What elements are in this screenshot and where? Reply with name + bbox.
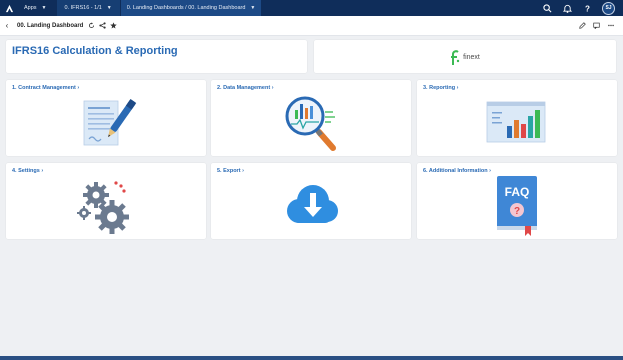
back-arrow-icon[interactable]: ‹ (0, 21, 14, 30)
top-navigation-bar: Apps ▼ 0. IFRS16 - 1/1 ▼ 0. Landing Dash… (0, 0, 623, 16)
star-icon[interactable] (110, 21, 118, 31)
svg-text:?: ? (585, 4, 590, 12)
tile-export[interactable]: 5. Export › (211, 163, 411, 239)
faq-book-icon: FAQ ? (497, 176, 537, 236)
contract-document-icon (83, 99, 137, 146)
bell-icon[interactable] (562, 3, 572, 13)
finext-logo-icon (451, 49, 460, 65)
apps-menu[interactable]: Apps ▼ (18, 0, 57, 16)
anaplan-logo-icon[interactable] (0, 0, 18, 16)
title-card: IFRS16 Calculation & Reporting (6, 40, 307, 73)
dashboard-title: IFRS16 Calculation & Reporting (12, 45, 178, 57)
brand-name: finext (463, 54, 480, 61)
avatar[interactable]: SJ (602, 1, 615, 15)
tile-data-management[interactable]: 2. Data Management › (211, 80, 411, 156)
svg-text:?: ? (514, 206, 520, 217)
refresh-icon[interactable] (88, 21, 95, 31)
tile-contract-management[interactable]: 1. Contract Management › (6, 80, 206, 156)
tile-additional-information[interactable]: 6. Additional Information › FAQ ? (417, 163, 617, 239)
page-header-bar: ‹ 00. Landing Dashboard (0, 16, 623, 36)
comment-icon[interactable] (593, 21, 600, 31)
help-icon[interactable]: ? (582, 3, 592, 13)
page-title: 00. Landing Dashboard (17, 22, 84, 29)
apps-menu-label: Apps (24, 5, 37, 11)
brand-card: finext (314, 40, 616, 73)
bottom-edge (0, 356, 623, 360)
share-icon[interactable] (99, 21, 106, 31)
module-selector-label: 0. IFRS16 - 1/1 (64, 5, 102, 11)
bar-chart-icon (486, 101, 546, 143)
svg-text:FAQ: FAQ (505, 185, 530, 199)
chevron-down-icon: ▼ (250, 5, 256, 11)
edit-icon[interactable] (579, 21, 586, 31)
chevron-down-icon: ▼ (41, 5, 47, 11)
module-selector[interactable]: 0. IFRS16 - 1/1 ▼ (56, 0, 120, 16)
cloud-download-icon (287, 185, 338, 223)
breadcrumb-selector[interactable]: 0. Landing Dashboards / 00. Landing Dash… (120, 0, 262, 16)
tile-reporting[interactable]: 3. Reporting › (417, 80, 617, 156)
magnifier-chart-icon (285, 96, 336, 151)
tile-settings[interactable]: 4. Settings › (6, 163, 206, 239)
chevron-down-icon: ▼ (106, 5, 112, 11)
search-icon[interactable] (542, 3, 552, 13)
more-icon[interactable] (607, 21, 615, 31)
finext-logo: finext (450, 49, 480, 65)
breadcrumb: 0. Landing Dashboards / 00. Landing Dash… (126, 5, 246, 11)
gears-icon (77, 181, 129, 234)
